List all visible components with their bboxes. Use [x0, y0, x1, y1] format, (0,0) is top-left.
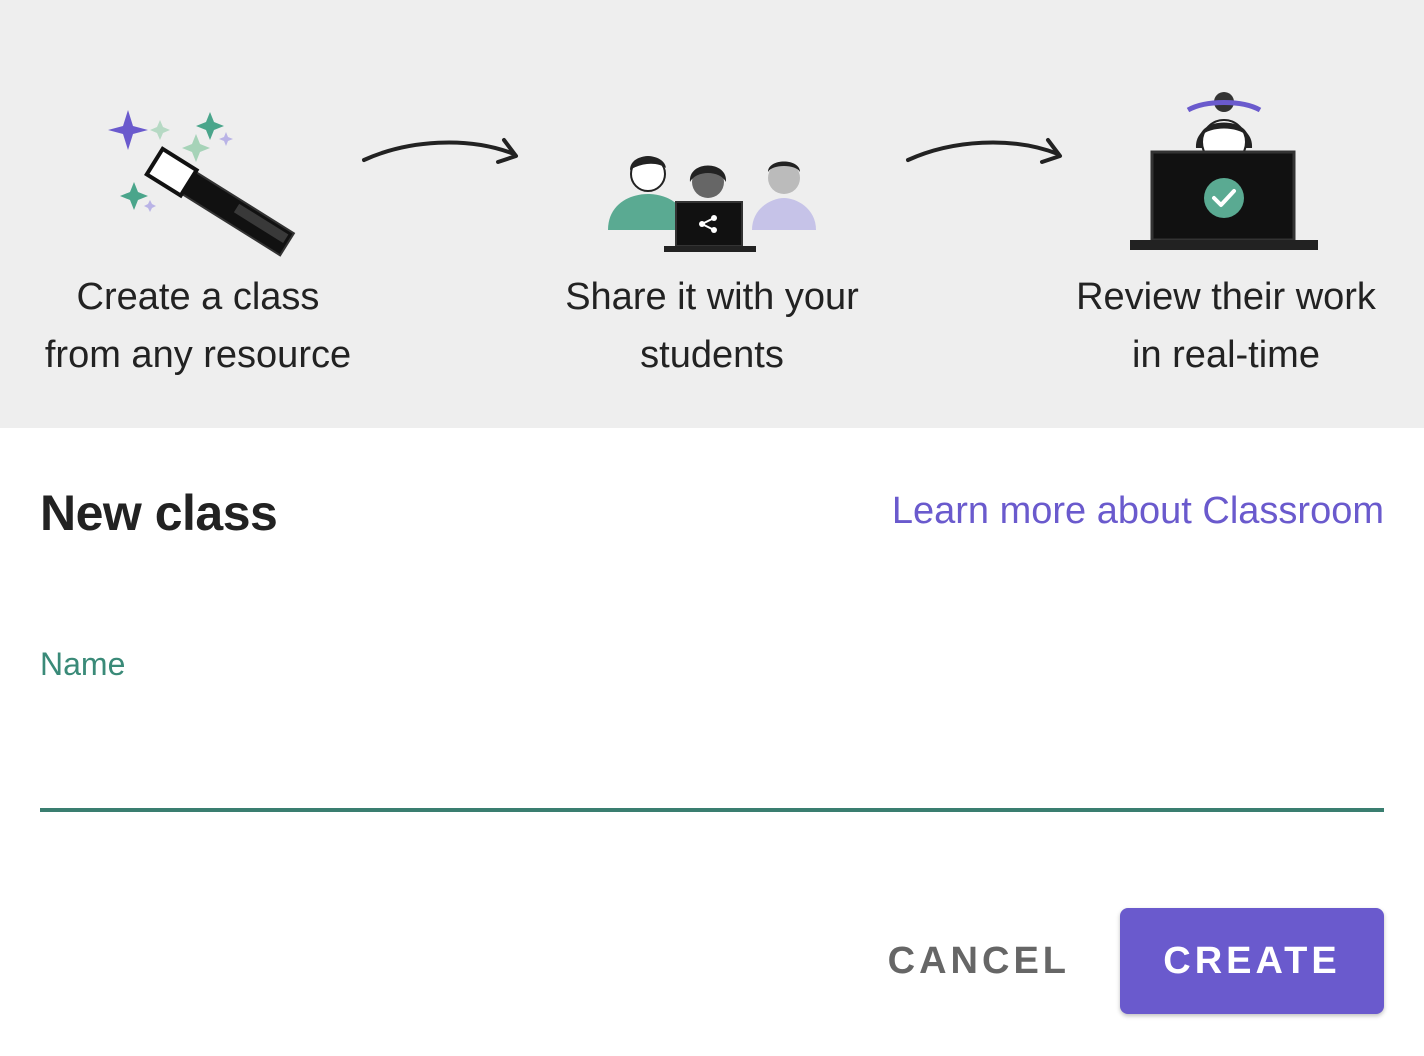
step-create-class: Create a class from any resource — [0, 60, 408, 384]
step-caption: Review their work in real-time — [1076, 276, 1376, 376]
onboarding-banner: Create a class from any resource Share i… — [0, 0, 1424, 428]
step-review-work: Review their work in real-time — [1016, 60, 1424, 384]
step-caption: Create a class from any resource — [44, 276, 352, 376]
dialog-actions: CANCEL CREATE — [864, 908, 1384, 1014]
name-underline — [40, 808, 1384, 812]
magic-wand-icon — [0, 60, 408, 260]
name-label: Name — [40, 646, 126, 682]
step-caption: Share it with your students — [565, 276, 859, 376]
new-class-dialog: Create a class from any resource Share i… — [0, 0, 1424, 1056]
learn-more-link[interactable]: Learn more about Classroom — [892, 490, 1384, 533]
review-laptop-icon — [1016, 60, 1424, 260]
name-input[interactable] — [40, 736, 1384, 806]
name-field: Name — [40, 646, 1384, 816]
dialog-title: New class — [40, 485, 278, 541]
share-laptop-icon — [502, 60, 922, 260]
create-button[interactable]: CREATE — [1120, 908, 1384, 1014]
step-share-students: Share it with your students — [502, 60, 922, 384]
cancel-button[interactable]: CANCEL — [864, 908, 1094, 1014]
